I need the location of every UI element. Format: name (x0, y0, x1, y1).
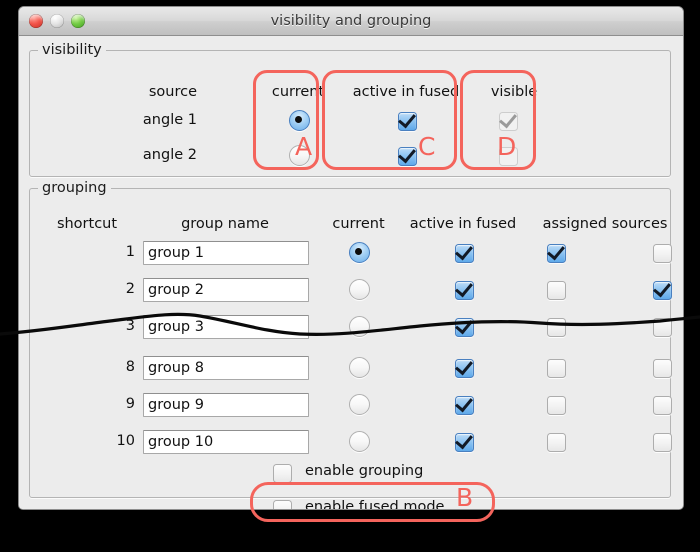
annotation-letter-a: A (295, 132, 313, 161)
visibility-header-visible: visible (490, 84, 538, 100)
grouping-active-in-fused-checkbox-3[interactable] (455, 359, 474, 378)
grouping-name-input-1[interactable]: group 2 (143, 278, 309, 302)
grouping-active-in-fused-checkbox-1[interactable] (455, 281, 474, 300)
grouping-header-assigned-sources: assigned sources (542, 216, 668, 232)
visibility-visible-checkbox-0 (499, 112, 518, 131)
grouping-name-input-4[interactable]: group 9 (143, 393, 309, 417)
grouping-active-in-fused-checkbox-5[interactable] (455, 433, 474, 452)
grouping-header-active-in-fused: active in fused (409, 216, 517, 232)
grouping-shortcut-3: 8 (125, 359, 135, 375)
grouping-assigned-source-checkbox-3-1[interactable] (653, 359, 672, 378)
figure-break-line (0, 312, 700, 336)
dialog-body: visibility source current active in fuse… (19, 36, 683, 509)
annotation-letter-b: B (456, 483, 474, 512)
grouping-name-input-3[interactable]: group 8 (143, 356, 309, 380)
enable-fused-mode-checkbox[interactable] (273, 500, 292, 509)
visibility-active-in-fused-checkbox-1[interactable] (398, 147, 417, 166)
visibility-header-active-in-fused: active in fused (352, 84, 460, 100)
visibility-active-in-fused-checkbox-0[interactable] (398, 112, 417, 131)
screen: visibility and grouping visibility sourc… (0, 0, 700, 552)
enable-fused-mode-label[interactable]: enable fused mode (305, 499, 444, 509)
grouping-header-group-name: group name (181, 216, 269, 232)
grouping-assigned-source-checkbox-3-0[interactable] (547, 359, 566, 378)
grouping-current-radio-3[interactable] (349, 357, 370, 378)
grouping-assigned-source-checkbox-1-0[interactable] (547, 281, 566, 300)
dialog-window: visibility and grouping visibility sourc… (18, 6, 684, 510)
grouping-active-in-fused-checkbox-0[interactable] (455, 244, 474, 263)
window-title: visibility and grouping (270, 13, 432, 29)
grouping-shortcut-4: 9 (125, 396, 135, 412)
grouping-current-radio-0[interactable] (349, 242, 370, 263)
visibility-groupbox: visibility (29, 42, 671, 177)
grouping-assigned-source-checkbox-0-1[interactable] (653, 244, 672, 263)
grouping-name-input-0[interactable]: group 1 (143, 241, 309, 265)
visibility-current-radio-0[interactable] (289, 110, 310, 131)
visibility-header-current: current (271, 84, 325, 100)
grouping-current-radio-4[interactable] (349, 394, 370, 415)
grouping-assigned-source-checkbox-5-1[interactable] (653, 433, 672, 452)
grouping-shortcut-1: 2 (125, 281, 135, 297)
grouping-current-radio-1[interactable] (349, 279, 370, 300)
grouping-name-input-5[interactable]: group 10 (143, 430, 309, 454)
grouping-shortcut-5: 10 (116, 433, 135, 449)
grouping-active-in-fused-checkbox-4[interactable] (455, 396, 474, 415)
enable-grouping-checkbox[interactable] (273, 464, 292, 483)
visibility-legend: visibility (38, 42, 106, 58)
enable-grouping-label[interactable]: enable grouping (305, 463, 423, 479)
grouping-shortcut-0: 1 (125, 244, 135, 260)
grouping-header-current: current (332, 216, 385, 232)
grouping-legend: grouping (38, 180, 111, 196)
grouping-assigned-source-checkbox-0-0[interactable] (547, 244, 566, 263)
annotation-letter-c: C (418, 132, 436, 161)
grouping-assigned-source-checkbox-4-1[interactable] (653, 396, 672, 415)
grouping-header-shortcut: shortcut (56, 216, 118, 232)
window-title-bar[interactable]: visibility and grouping (19, 7, 683, 36)
grouping-assigned-source-checkbox-1-1[interactable] (653, 281, 672, 300)
annotation-letter-d: D (497, 132, 517, 161)
visibility-header-source: source (148, 84, 197, 100)
grouping-assigned-source-checkbox-4-0[interactable] (547, 396, 566, 415)
visibility-row-label-1: angle 2 (142, 147, 197, 163)
grouping-current-radio-5[interactable] (349, 431, 370, 452)
visibility-row-label-0: angle 1 (142, 112, 197, 128)
grouping-assigned-source-checkbox-5-0[interactable] (547, 433, 566, 452)
